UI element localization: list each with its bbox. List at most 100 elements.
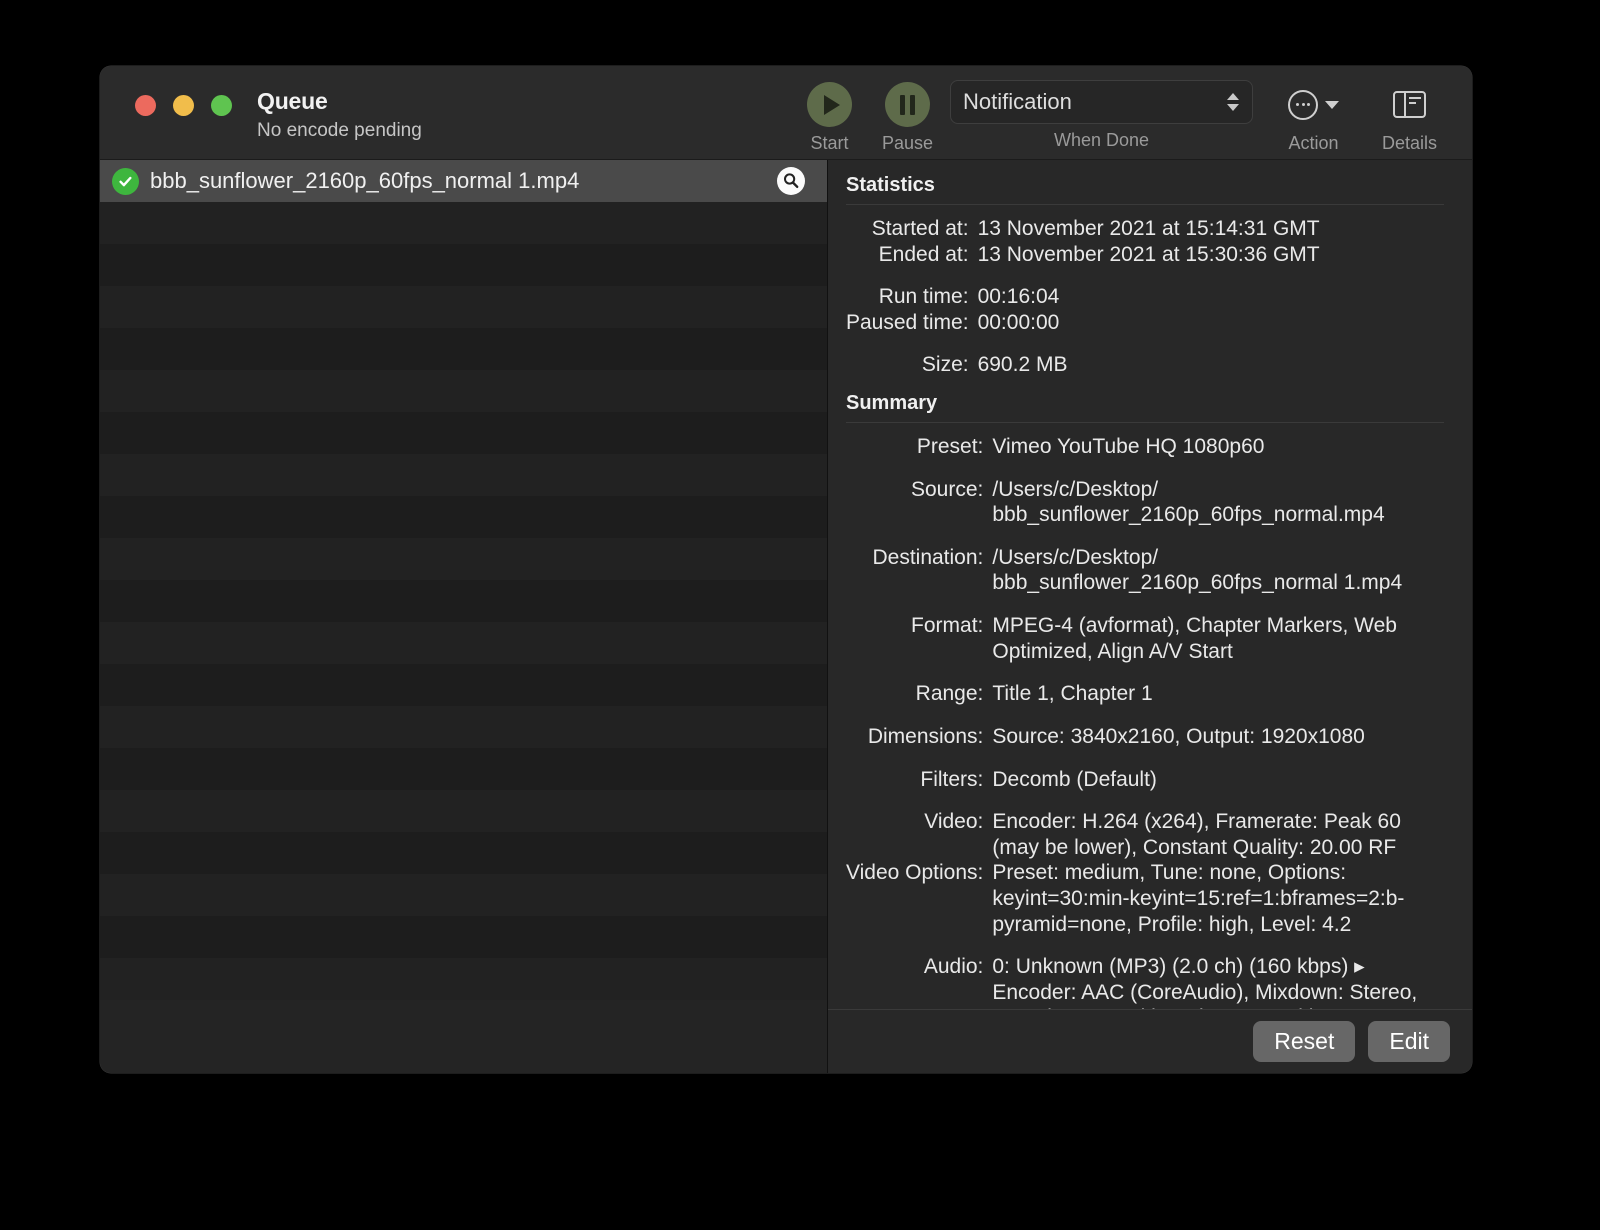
window-subtitle: No encode pending	[257, 120, 422, 141]
summary-block: Summary Preset: Vimeo YouTube HQ 1080p60…	[846, 392, 1444, 1009]
minimize-window-button[interactable]	[173, 95, 194, 116]
source-value-line1: /Users/c/Desktop/	[992, 477, 1159, 501]
action-button[interactable]: Action	[1288, 82, 1339, 154]
destination-label: Destination:	[872, 545, 984, 569]
statistics-divider	[846, 204, 1444, 205]
table-row: Started at: 13 November 2021 at 15:14:31…	[846, 216, 1444, 242]
details-scroll-area[interactable]: Statistics Started at: 13 November 2021 …	[828, 160, 1472, 1009]
destination-value-line2: bbb_sunflower_2160p_60fps_normal 1.mp4	[992, 571, 1403, 595]
table-row: Preset: Vimeo YouTube HQ 1080p60	[846, 434, 1444, 460]
pause-button[interactable]: Pause	[882, 82, 933, 154]
queue-empty-row[interactable]	[100, 538, 827, 580]
queue-empty-row[interactable]	[100, 370, 827, 412]
queue-empty-row[interactable]	[100, 496, 827, 538]
table-row: pyramid=none, Profile: high, Level: 4.2	[846, 912, 1444, 938]
chevron-down-icon	[1325, 100, 1339, 109]
run-time-value: 00:16:04	[977, 285, 1060, 309]
queue-empty-row[interactable]	[100, 580, 827, 622]
preset-label: Preset:	[916, 435, 984, 459]
statistics-heading: Statistics	[846, 174, 935, 196]
queue-empty-row[interactable]	[100, 328, 827, 370]
table-row: Size: 690.2 MB	[846, 352, 1444, 378]
queue-list-item-selected[interactable]: bbb_sunflower_2160p_60fps_normal 1.mp4	[100, 160, 827, 202]
details-button-bar: Reset Edit	[828, 1009, 1472, 1073]
queue-empty-row[interactable]	[100, 706, 827, 748]
queue-list[interactable]: bbb_sunflower_2160p_60fps_normal 1.mp4	[100, 160, 828, 1073]
summary-heading: Summary	[846, 392, 938, 415]
action-control	[1288, 82, 1339, 127]
table-row: Run time: 00:16:04	[846, 284, 1444, 310]
started-at-value: 13 November 2021 at 15:14:31 GMT	[977, 217, 1320, 240]
queue-empty-row[interactable]	[100, 412, 827, 454]
table-row: Filters: Decomb (Default)	[846, 767, 1444, 793]
checkmark-icon	[112, 167, 139, 195]
table-row: Encoder: AAC (CoreAudio), Mixdown: Stere…	[846, 980, 1444, 1006]
queue-empty-row[interactable]	[100, 454, 827, 496]
reset-button[interactable]: Reset	[1253, 1021, 1356, 1062]
started-at-label: Started at:	[871, 217, 969, 240]
details-toggle-button[interactable]: Details	[1382, 82, 1437, 154]
queue-window: Queue No encode pending Start Pause Noti…	[100, 66, 1472, 1073]
ended-at-label: Ended at:	[878, 242, 969, 266]
queue-empty-row[interactable]	[100, 916, 827, 958]
queue-empty-row[interactable]	[100, 874, 827, 916]
filters-value: Decomb (Default)	[992, 767, 1157, 791]
format-label: Format:	[911, 614, 984, 638]
queue-empty-row[interactable]	[100, 958, 827, 1000]
table-row: bbb_sunflower_2160p_60fps_normal.mp4	[846, 502, 1444, 528]
audio-value-line1[interactable]: 0: Unknown (MP3) (2.0 ch) (160 kbps) ▸	[992, 954, 1444, 980]
title-block: Queue No encode pending	[257, 88, 422, 142]
queue-empty-row[interactable]	[100, 202, 827, 244]
queue-empty-row[interactable]	[100, 286, 827, 328]
table-row: (may be lower), Constant Quality: 20.00 …	[846, 835, 1444, 861]
edit-button[interactable]: Edit	[1368, 1021, 1450, 1062]
zoom-window-button[interactable]	[211, 95, 232, 116]
table-row: Range: Title 1, Chapter 1	[846, 681, 1444, 707]
dimensions-value: Source: 3840x2160, Output: 1920x1080	[992, 724, 1365, 748]
queue-empty-row[interactable]	[100, 622, 827, 664]
table-row: Video: Encoder: H.264 (x264), Framerate:…	[846, 809, 1444, 835]
table-row: Destination: /Users/c/Desktop/	[846, 545, 1444, 571]
video-options-value-line3: pyramid=none, Profile: high, Level: 4.2	[992, 912, 1352, 936]
action-button-label: Action	[1288, 133, 1339, 153]
table-row: Audio: 0: Unknown (MP3) (2.0 ch) (160 kb…	[846, 954, 1444, 980]
table-row: Source: /Users/c/Desktop/	[846, 477, 1444, 503]
statistics-table: Started at: 13 November 2021 at 15:14:31…	[846, 216, 1444, 378]
start-button[interactable]: Start	[807, 82, 852, 154]
start-button-label: Start	[810, 133, 849, 153]
preset-value: Vimeo YouTube HQ 1080p60	[992, 435, 1265, 459]
details-button-label: Details	[1382, 133, 1438, 153]
filters-label: Filters:	[920, 767, 984, 791]
play-icon	[807, 82, 852, 127]
search-icon[interactable]	[777, 167, 805, 195]
paused-time-label: Paused time:	[846, 310, 969, 334]
video-label: Video:	[924, 810, 984, 834]
format-value-line1: MPEG-4 (avformat), Chapter Markers, Web	[992, 614, 1397, 638]
range-value: Title 1, Chapter 1	[992, 682, 1153, 706]
table-row: Dimensions: Source: 3840x2160, Output: 1…	[846, 724, 1444, 750]
close-window-button[interactable]	[135, 95, 156, 116]
video-value-line2: (may be lower), Constant Quality: 20.00 …	[992, 835, 1397, 859]
pause-button-label: Pause	[882, 133, 934, 153]
source-label: Source:	[911, 477, 984, 501]
when-done-select[interactable]: Notification	[950, 80, 1253, 124]
queue-empty-row[interactable]	[100, 832, 827, 874]
queue-empty-row[interactable]	[100, 790, 827, 832]
audio-value-line2: Encoder: AAC (CoreAudio), Mixdown: Stere…	[992, 980, 1418, 1004]
size-value: 690.2 MB	[977, 353, 1068, 377]
table-row: Ended at: 13 November 2021 at 15:30:36 G…	[846, 242, 1444, 268]
queue-empty-rows	[100, 202, 827, 1000]
queue-empty-row[interactable]	[100, 748, 827, 790]
window-toolbar: Queue No encode pending Start Pause Noti…	[100, 66, 1472, 160]
queue-empty-row[interactable]	[100, 664, 827, 706]
when-done-selected-value: Notification	[963, 89, 1072, 114]
table-row: bbb_sunflower_2160p_60fps_normal 1.mp4	[846, 570, 1444, 596]
traffic-light-group	[135, 95, 232, 116]
video-options-value-line2: keyint=30:min-keyint=15:ref=1:bframes=2:…	[992, 886, 1405, 910]
details-panel-icon	[1393, 82, 1427, 127]
details-panel: Statistics Started at: 13 November 2021 …	[828, 160, 1472, 1073]
queue-empty-row[interactable]	[100, 244, 827, 286]
table-row: Optimized, Align A/V Start	[846, 639, 1444, 665]
window-body: bbb_sunflower_2160p_60fps_normal 1.mp4 S…	[100, 160, 1472, 1073]
when-done-label: When Done	[1053, 130, 1150, 150]
